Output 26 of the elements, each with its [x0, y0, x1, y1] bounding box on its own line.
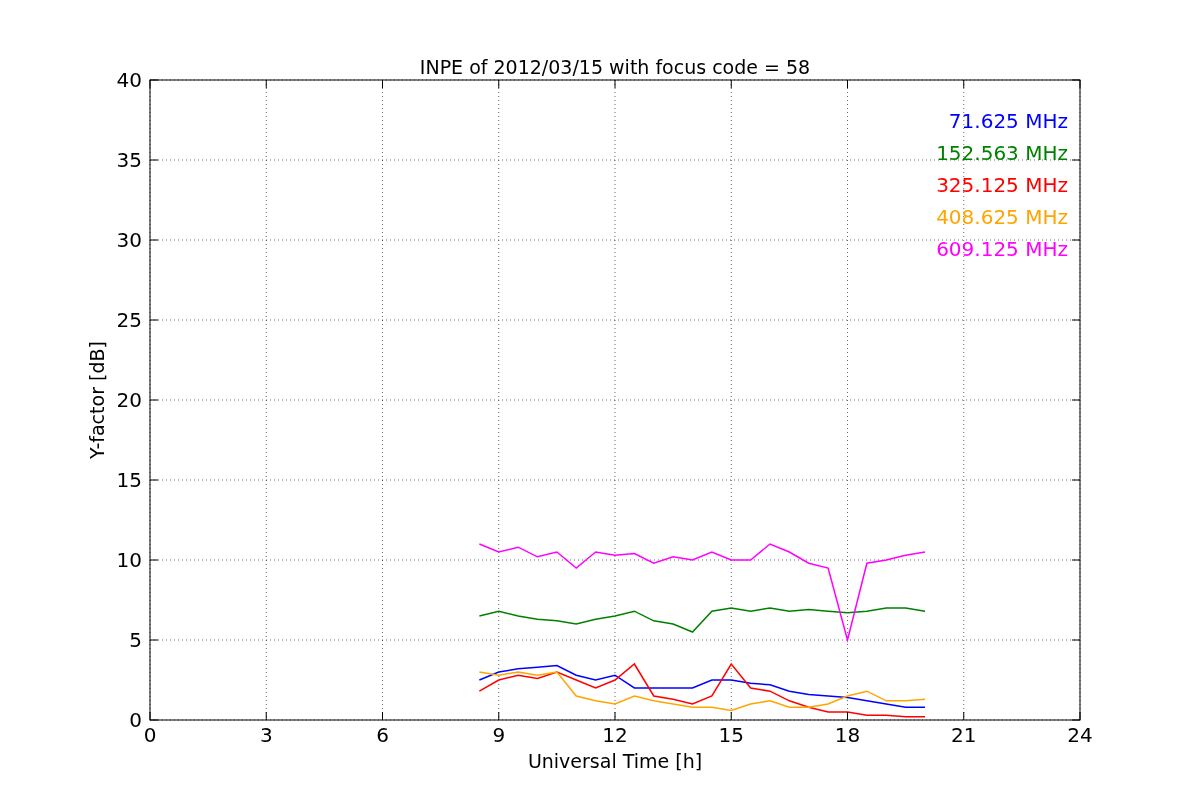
x-tick-label: 18: [834, 723, 861, 747]
y-tick-label: 30: [116, 228, 142, 252]
x-tick-label: 15: [718, 723, 744, 747]
x-axis-label: Universal Time [h]: [527, 750, 703, 772]
x-tick-label: 9: [492, 723, 506, 747]
y-tick-label: 5: [129, 628, 142, 652]
legend-label: 71.625 MHz: [948, 109, 1068, 133]
y-tick-label: 20: [116, 388, 142, 412]
x-tick-label: 24: [1067, 723, 1093, 747]
y-tick-label: 35: [116, 148, 142, 172]
x-tick-label: 3: [259, 723, 273, 747]
y-tick-label: 10: [116, 548, 142, 572]
legend-label: 152.563 MHz: [936, 141, 1068, 165]
legend-label: 325.125 MHz: [936, 173, 1068, 197]
y-tick-label: 0: [129, 708, 142, 732]
y-tick-label: 40: [116, 68, 142, 92]
x-tick-label: 6: [376, 723, 389, 747]
x-tick-label: 21: [951, 723, 977, 747]
y-tick-label: 25: [116, 308, 142, 332]
x-tick-label: 12: [602, 723, 628, 747]
legend-label: 609.125 MHz: [936, 237, 1068, 261]
y-axis-label: Y-factor [dB]: [86, 341, 108, 459]
legend-label: 408.625 MHz: [936, 205, 1068, 229]
x-tick-label: 0: [143, 723, 157, 747]
chart-title: INPE of 2012/03/15 with focus code = 58: [419, 56, 811, 78]
y-tick-label: 15: [116, 468, 142, 492]
